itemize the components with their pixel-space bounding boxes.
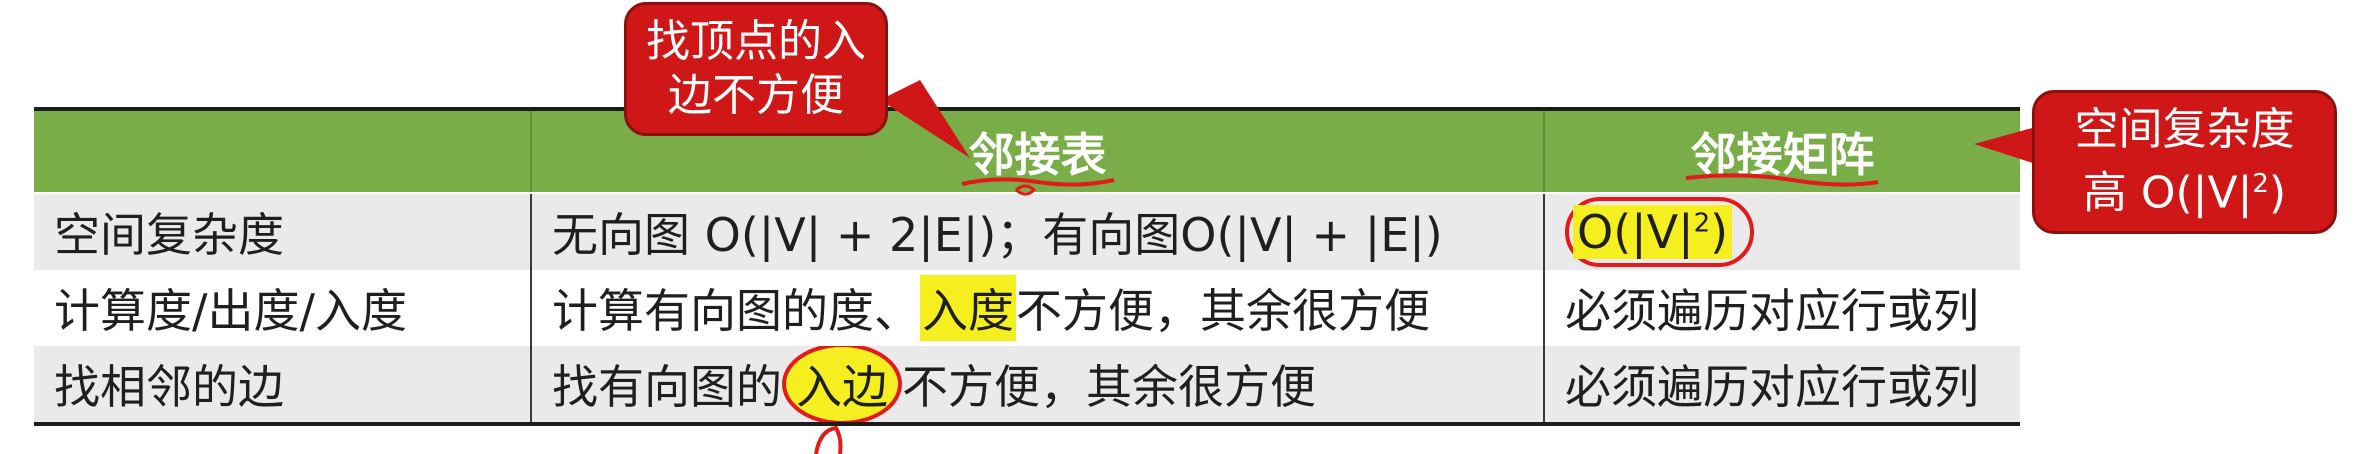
space-formula-circled: O(|V|2)	[1565, 197, 1755, 267]
adj-matrix-cell: 必须遍历对应行或列	[1543, 270, 2020, 346]
header-underline-left	[961, 177, 1115, 196]
text-post: 不方便，其余很方便	[1016, 284, 1430, 338]
header-cell-empty	[34, 111, 530, 192]
adj-matrix-cell: 必须遍历对应行或列	[1543, 346, 2020, 422]
callout-in-edge-inconvenient: 找顶点的入 边不方便	[624, 2, 888, 136]
row-label: 找相邻的边	[54, 360, 284, 414]
in-edge-arrow-mark	[814, 425, 843, 454]
table-row-adjacent-edges: 找相邻的边 找有向图的 入边 不方便，其余很方便 必须遍历对应行或列	[34, 346, 2020, 422]
comparison-table: 邻接表 邻接矩阵 空间复杂度 无向图 O(|V| + 2|E|)；有向图O(|V…	[34, 107, 2020, 426]
highlighted-in-degree: 入度	[920, 275, 1016, 341]
callout-left-line1: 找顶点的入	[646, 16, 866, 67]
callout-right-line2: 高 O(|V|2)	[2035, 157, 2334, 221]
callout-left-tail	[880, 80, 970, 158]
space-formula-sup: 2	[1693, 208, 1711, 239]
highlighted-in-edge: 入边	[782, 346, 902, 422]
callout-right-line2-main: 高 O(|V|	[2082, 167, 2253, 219]
table-row-degree: 计算度/出度/入度 计算有向图的度、 入度 不方便，其余很方便 必须遍历对应行或列	[34, 270, 2020, 346]
row-label: 计算度/出度/入度	[54, 284, 407, 338]
table-row-space-complexity: 空间复杂度 无向图 O(|V| + 2|E|)；有向图O(|V| + |E|) …	[34, 194, 2020, 270]
adj-list-cell: 计算有向图的度、 入度 不方便，其余很方便	[530, 270, 1543, 346]
callout-right-line2-sup: 2	[2252, 169, 2269, 200]
callout-right-line1: 空间复杂度	[2074, 104, 2295, 156]
space-formula-highlight: O(|V|2)	[1573, 205, 1733, 259]
space-formula-main: O(|V|	[1577, 205, 1694, 259]
adj-list-cell: 无向图 O(|V| + 2|E|)；有向图O(|V| + |E|)	[530, 194, 1543, 270]
adj-matrix-cell: O(|V|2)	[1543, 194, 2020, 270]
callout-left-line2: 边不方便	[668, 70, 844, 121]
callout-right-line2-end: )	[2268, 167, 2287, 219]
adj-list-cell: 找有向图的 入边 不方便，其余很方便	[530, 346, 1543, 422]
text-pre: 计算有向图的度、	[552, 284, 920, 338]
row-label: 空间复杂度	[54, 208, 284, 262]
header-underline-right	[1685, 173, 1879, 187]
text-post: 不方便，其余很方便	[902, 360, 1316, 414]
text-pre: 找有向图的	[552, 360, 782, 414]
callout-space-complexity-high: 空间复杂度 高 O(|V|2)	[2032, 90, 2337, 234]
space-formula-end: )	[1710, 205, 1729, 259]
